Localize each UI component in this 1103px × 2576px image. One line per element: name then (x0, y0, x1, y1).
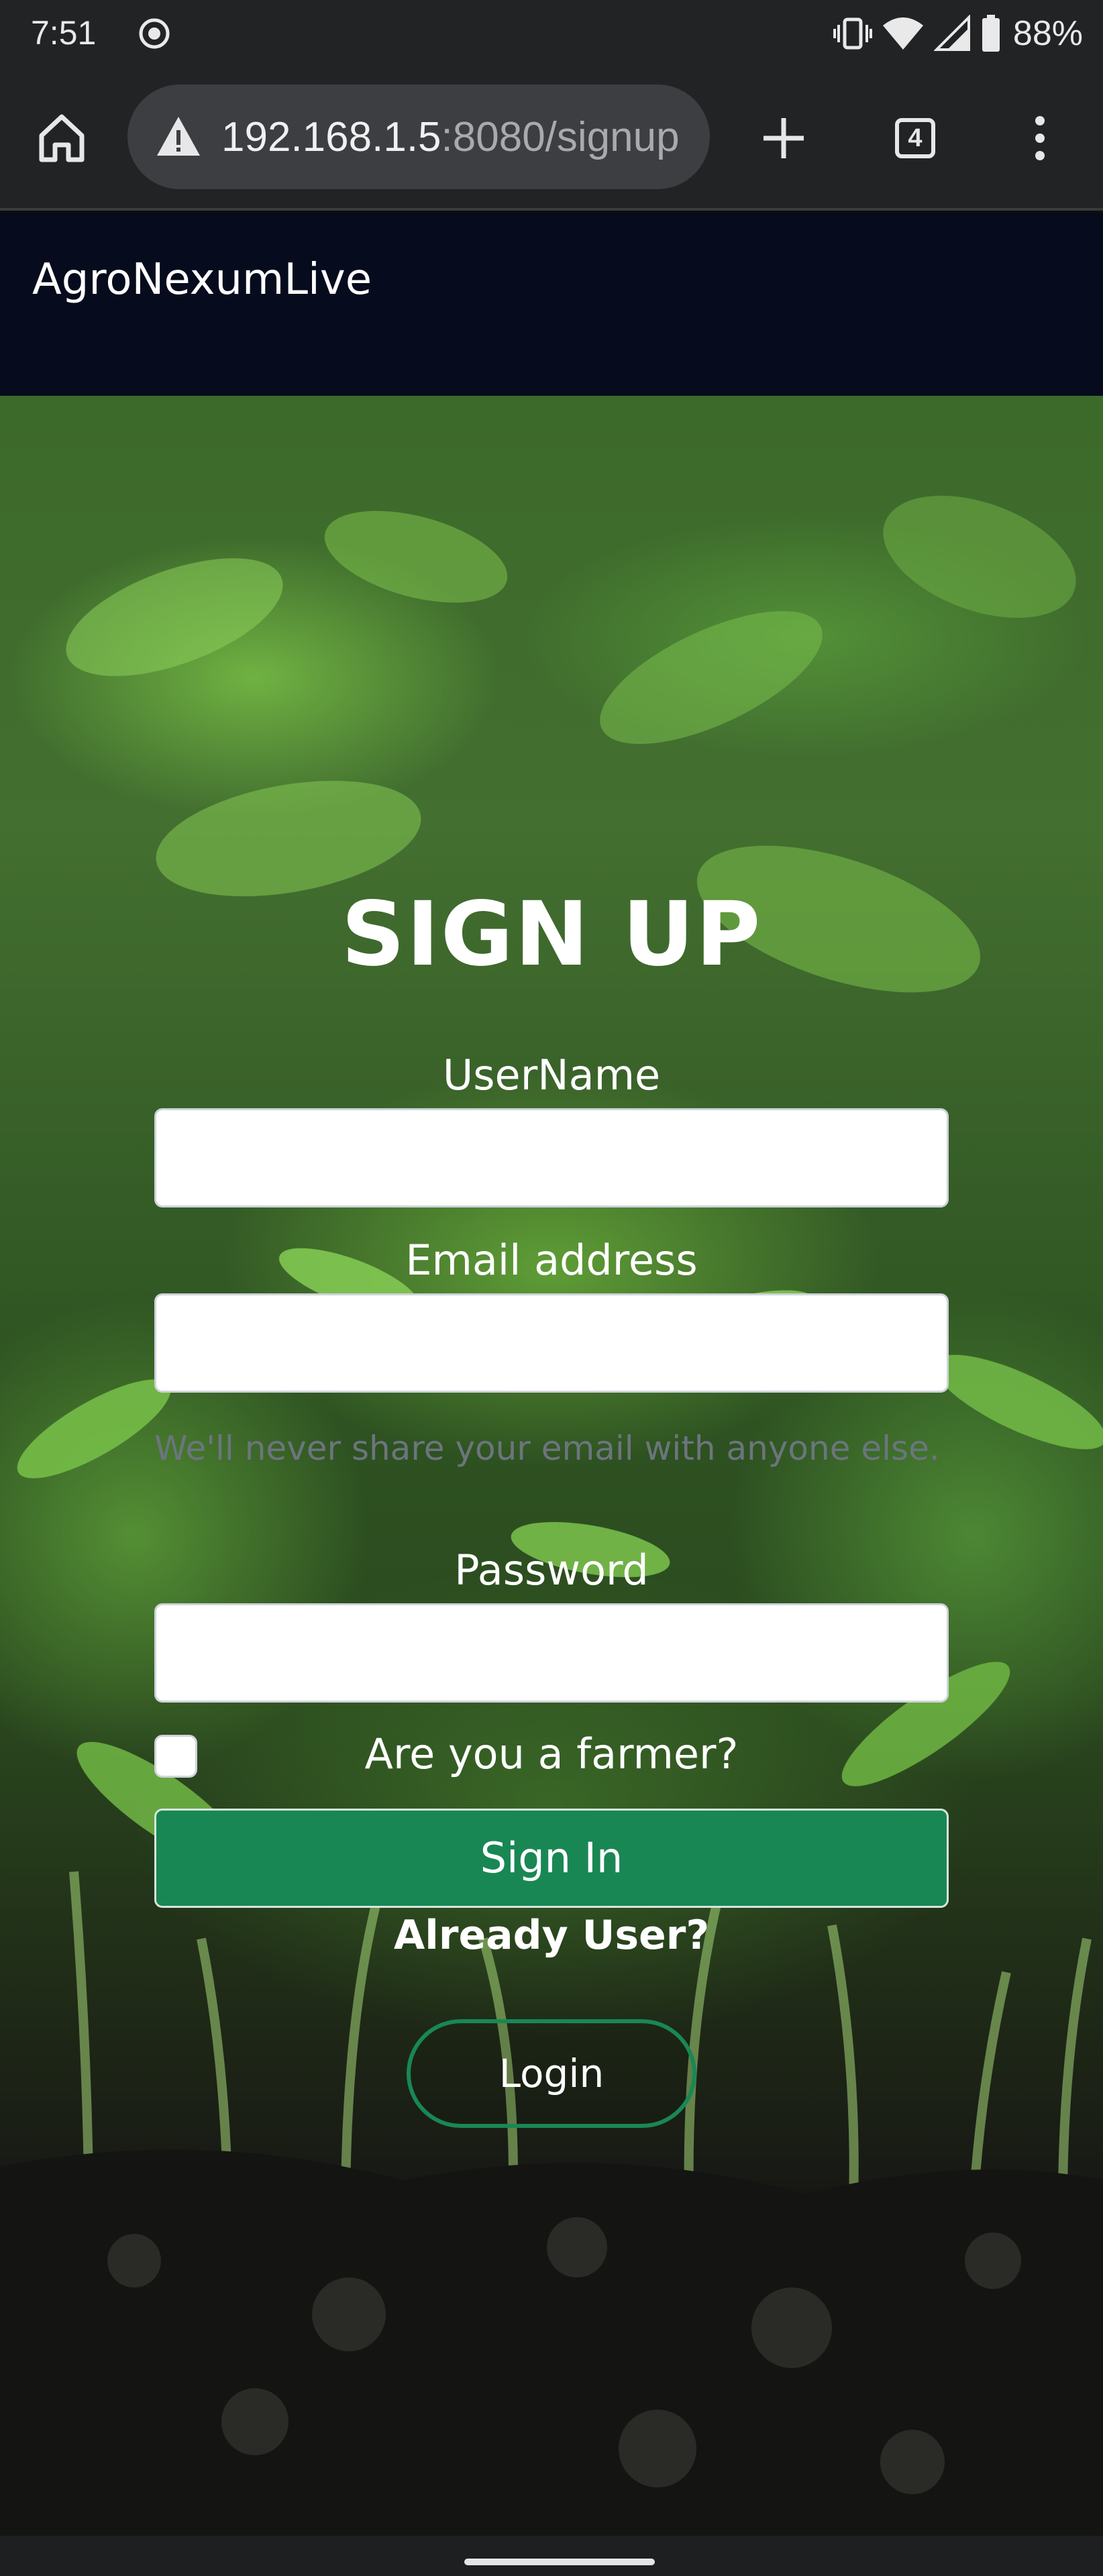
url-host: 192.168.1.5 (221, 114, 441, 160)
plus-icon[interactable] (751, 106, 816, 170)
gesture-navigation-area (0, 2536, 1103, 2576)
status-time: 7:51 (31, 14, 97, 52)
tab-switcher-icon: 4 (895, 118, 935, 158)
url-path: :8080/signup (441, 114, 680, 160)
browser-toolbar: 192.168.1.5:8080/signup 4 (0, 67, 1103, 211)
page-title: SIGN UP (341, 883, 762, 986)
signal-icon (933, 15, 970, 51)
password-input[interactable] (154, 1603, 949, 1703)
url-text[interactable]: 192.168.1.5:8080/signup (221, 114, 698, 161)
screen-record-icon (139, 18, 170, 49)
more-vert-icon[interactable] (1008, 106, 1072, 170)
email-input[interactable] (154, 1293, 949, 1393)
sign-in-button[interactable]: Sign In (154, 1809, 949, 1908)
address-bar[interactable]: 192.168.1.5:8080/signup (127, 85, 710, 189)
gesture-handle[interactable] (464, 2559, 655, 2565)
status-bar: 7:51 88% (0, 0, 1103, 67)
wifi-icon (882, 17, 923, 50)
vibrate-icon (833, 17, 872, 50)
brand-link[interactable]: AgroNexumLive (32, 255, 372, 305)
farmer-checkbox-label[interactable]: Are you a farmer? (0, 1729, 1103, 1778)
login-button[interactable]: Login (407, 2019, 696, 2128)
username-input[interactable] (154, 1108, 949, 1208)
tab-switcher-button[interactable]: 4 (883, 106, 947, 170)
battery-percentage: 88% (1012, 14, 1083, 53)
status-icons: 88% (833, 12, 1083, 55)
username-label: UserName (442, 1051, 661, 1099)
email-help-text: We'll never share your email with anyone… (154, 1429, 940, 1468)
email-label: Email address (405, 1236, 698, 1285)
warning-icon[interactable] (154, 113, 203, 161)
already-user-text: Already User? (393, 1912, 710, 1959)
battery-icon (982, 15, 1000, 52)
site-navbar: AgroNexumLive (0, 213, 1103, 396)
signup-hero: SIGN UP UserName Email address We'll nev… (0, 396, 1103, 2536)
password-label: Password (454, 1546, 649, 1595)
home-icon[interactable] (30, 106, 94, 170)
